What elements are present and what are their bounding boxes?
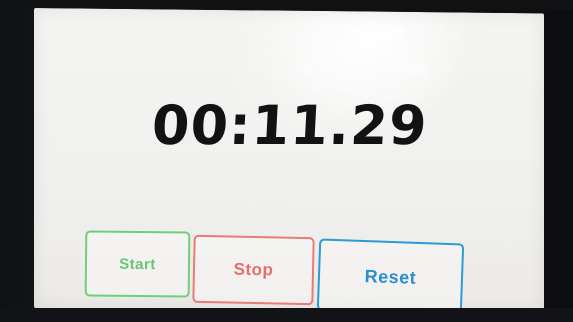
device-bezel-bottom <box>0 308 573 322</box>
screen-glare <box>354 23 406 40</box>
start-button[interactable]: Start <box>84 230 191 298</box>
stop-button[interactable]: Stop <box>192 234 315 306</box>
screen-glare <box>389 63 429 75</box>
reset-button[interactable]: Reset <box>316 238 465 316</box>
stopwatch-display: 00:11.29 <box>150 93 430 157</box>
screen-glare <box>296 65 312 74</box>
